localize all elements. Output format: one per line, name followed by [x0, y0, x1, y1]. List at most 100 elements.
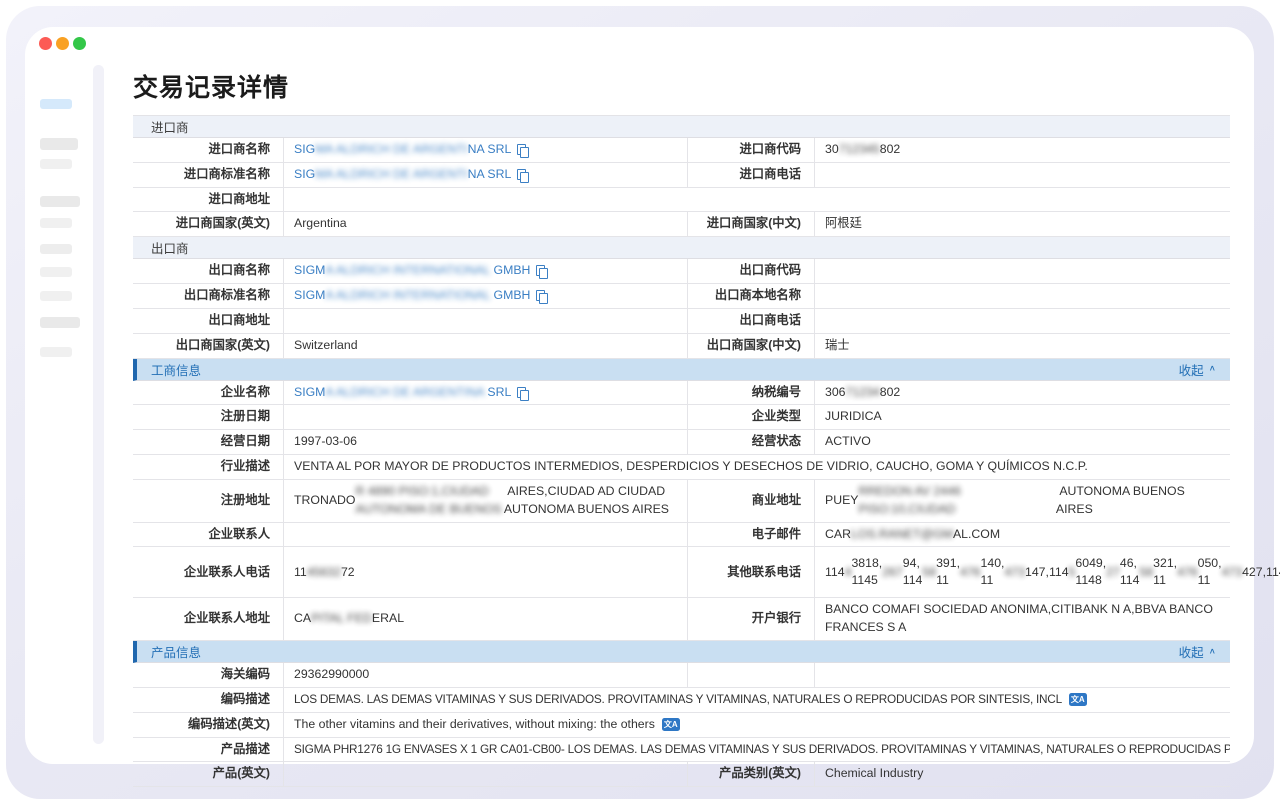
- collapse-label: 收起: [1179, 642, 1204, 661]
- op-status-value: ACTIVO: [814, 430, 1230, 454]
- importer-std-name-link[interactable]: SIGMA ALDRICH DE ARGENTINA SRL: [294, 166, 511, 184]
- hs-code-value: 29362990000: [283, 663, 687, 687]
- company-type-value: JURIDICA: [814, 405, 1230, 429]
- tax-id-label: 纳税编号: [687, 381, 814, 405]
- bank-label: 开户银行: [687, 598, 814, 640]
- exporter-name-value: SIGMA ALDRICH INTERNATIONAL GMBH: [283, 259, 687, 283]
- translate-icon[interactable]: 文A: [1069, 693, 1087, 706]
- empty-value: [814, 663, 1230, 687]
- importer-country-en-value: Argentina: [283, 212, 687, 236]
- importer-address-row: 进口商地址: [133, 188, 1230, 213]
- copy-icon[interactable]: [517, 169, 528, 181]
- importer-code-value: 30712345802: [814, 138, 1230, 162]
- product-desc-row: 产品描述 SIGMA PHR1276 1G ENVASES X 1 GR CA0…: [133, 738, 1230, 763]
- category-en-value: Chemical Industry: [814, 762, 1230, 786]
- product-hs-code-row: 海关编码 29362990000: [133, 663, 1230, 688]
- section-header-exporter: 出口商: [133, 237, 1230, 259]
- sidebar-skeleton-item: [40, 267, 72, 277]
- contact-address-label: 企业联系人地址: [133, 598, 283, 640]
- reg-address-label: 注册地址: [133, 480, 283, 522]
- business-op-date-row: 经营日期 1997-03-06 经营状态 ACTIVO: [133, 430, 1230, 455]
- importer-code-label: 进口商代码: [687, 138, 814, 162]
- empty-label: [687, 663, 814, 687]
- section-title: 出口商: [151, 238, 189, 257]
- other-phones-value: 11443818, 114526794, 11458391, 11476140,…: [814, 547, 1230, 597]
- translate-icon[interactable]: 文A: [662, 718, 680, 731]
- bank-value: BANCO COMAFI SOCIEDAD ANONIMA,CITIBANK N…: [814, 598, 1230, 640]
- exporter-std-name-row: 出口商标准名称 SIGMA ALDRICH INTERNATIONAL GMBH…: [133, 284, 1230, 309]
- exporter-std-name-value: SIGMA ALDRICH INTERNATIONAL GMBH: [283, 284, 687, 308]
- chevron-up-icon: ∧: [1209, 648, 1216, 656]
- sidebar-item-active[interactable]: [40, 99, 72, 109]
- tax-id-value: 30671234802: [814, 381, 1230, 405]
- contact-phone-value: 114563272: [283, 547, 687, 597]
- other-phones-label: 其他联系电话: [687, 547, 814, 597]
- business-bank-row: 企业联系人地址 CAPITAL FEDERAL 开户银行 BANCO COMAF…: [133, 598, 1230, 641]
- hs-code-label: 海关编码: [133, 663, 283, 687]
- importer-std-name-label: 进口商标准名称: [133, 163, 283, 187]
- exporter-name-label: 出口商名称: [133, 259, 283, 283]
- importer-country-cn-value: 阿根廷: [814, 212, 1230, 236]
- sidebar-skeleton-item: [40, 244, 72, 254]
- exporter-address-value: [283, 309, 687, 333]
- importer-std-name-row: 进口商标准名称 SIGMA ALDRICH DE ARGENTINA SRL 进…: [133, 163, 1230, 188]
- business-company-name-row: 企业名称 SIGMA ALDRICH DE ARGENTINA SRL 纳税编号…: [133, 381, 1230, 406]
- collapse-button-product[interactable]: 收起 ∧: [1179, 642, 1216, 661]
- exporter-country-cn-label: 出口商国家(中文): [687, 334, 814, 358]
- op-date-label: 经营日期: [133, 430, 283, 454]
- collapse-button-business[interactable]: 收起 ∧: [1179, 360, 1216, 379]
- company-name-link[interactable]: SIGMA ALDRICH DE ARGENTINA SRL: [294, 384, 511, 402]
- reg-date-label: 注册日期: [133, 405, 283, 429]
- importer-std-name-value: SIGMA ALDRICH DE ARGENTINA SRL: [283, 163, 687, 187]
- product-desc-text: SIGMA PHR1276 1G ENVASES X 1 GR CA01-CB0…: [294, 741, 1230, 758]
- reg-address-value: TRONADOR 4890 PISO:1,CIUDAD AUTONOMA DE …: [283, 480, 687, 522]
- exporter-country-row: 出口商国家(英文) Switzerland 出口商国家(中文) 瑞士: [133, 334, 1230, 359]
- contact-label: 企业联系人: [133, 523, 283, 547]
- importer-address-value: [283, 188, 1230, 212]
- page-title: 交易记录详情: [133, 68, 1232, 104]
- importer-name-label: 进口商名称: [133, 138, 283, 162]
- product-en-value: [283, 762, 687, 786]
- company-name-label: 企业名称: [133, 381, 283, 405]
- copy-icon[interactable]: [517, 387, 528, 399]
- exporter-address-label: 出口商地址: [133, 309, 283, 333]
- reg-date-value: [283, 405, 687, 429]
- main-content: 交易记录详情 进口商 进口商名称 SIGMA ALDRICH DE ARGENT…: [133, 27, 1232, 764]
- code-desc-value: LOS DEMAS. LAS DEMAS VITAMINAS Y SUS DER…: [283, 688, 1230, 712]
- importer-address-label: 进口商地址: [133, 188, 283, 212]
- importer-country-row: 进口商国家(英文) Argentina 进口商国家(中文) 阿根廷: [133, 212, 1230, 237]
- biz-address-label: 商业地址: [687, 480, 814, 522]
- copy-icon[interactable]: [536, 265, 547, 277]
- exporter-country-en-label: 出口商国家(英文): [133, 334, 283, 358]
- copy-icon[interactable]: [536, 290, 547, 302]
- contact-value: [283, 523, 687, 547]
- exporter-name-link[interactable]: SIGMA ALDRICH INTERNATIONAL GMBH: [294, 262, 530, 280]
- exporter-phone-value: [814, 309, 1230, 333]
- importer-phone-value: [814, 163, 1230, 187]
- exporter-phone-label: 出口商电话: [687, 309, 814, 333]
- sidebar-divider: [93, 65, 104, 744]
- company-type-label: 企业类型: [687, 405, 814, 429]
- importer-name-value: SIGMA ALDRICH DE ARGENTINA SRL: [283, 138, 687, 162]
- product-code-desc-row: 编码描述 LOS DEMAS. LAS DEMAS VITAMINAS Y SU…: [133, 688, 1230, 713]
- sidebar-skeleton-item: [40, 159, 72, 169]
- contact-address-value: CAPITAL FEDERAL: [283, 598, 687, 640]
- company-name-value: SIGMA ALDRICH DE ARGENTINA SRL: [283, 381, 687, 405]
- business-industry-row: 行业描述 VENTA AL POR MAYOR DE PRODUCTOS INT…: [133, 455, 1230, 480]
- importer-name-link[interactable]: SIGMA ALDRICH DE ARGENTINA SRL: [294, 141, 511, 159]
- contact-phone-label: 企业联系人电话: [133, 547, 283, 597]
- exporter-code-label: 出口商代码: [687, 259, 814, 283]
- business-reg-date-row: 注册日期 企业类型 JURIDICA: [133, 405, 1230, 430]
- exporter-local-name-value: [814, 284, 1230, 308]
- exporter-address-row: 出口商地址 出口商电话: [133, 309, 1230, 334]
- section-title: 进口商: [151, 117, 189, 136]
- exporter-country-en-value: Switzerland: [283, 334, 687, 358]
- exporter-std-name-link[interactable]: SIGMA ALDRICH INTERNATIONAL GMBH: [294, 287, 530, 305]
- section-header-importer: 进口商: [133, 116, 1230, 138]
- email-value: CARLOS.RANET@GMAL.COM: [814, 523, 1230, 547]
- sidebar-skeleton-item: [40, 196, 80, 207]
- copy-icon[interactable]: [517, 144, 528, 156]
- importer-phone-label: 进口商电话: [687, 163, 814, 187]
- sidebar-skeleton-item: [40, 218, 72, 228]
- importer-country-cn-label: 进口商国家(中文): [687, 212, 814, 236]
